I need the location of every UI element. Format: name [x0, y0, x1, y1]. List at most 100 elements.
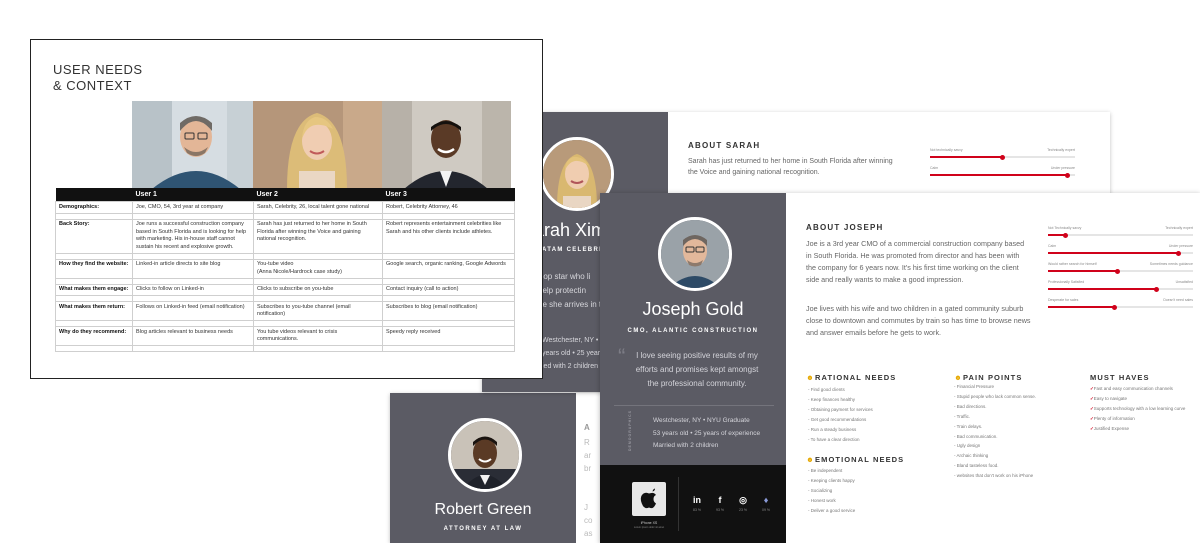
slider-label-right: Under pressure	[1168, 244, 1193, 248]
table-row: Demographics: Joe, CMO, 54, 3rd year at c…	[55, 201, 515, 214]
list-item: Stupid people who lack common sense.	[954, 392, 1036, 402]
apple-icon	[632, 482, 666, 516]
persona-quote: I love seeing positive results of my eff…	[635, 351, 759, 388]
list-item: Bad communication.	[954, 432, 1036, 442]
trait-slider[interactable]: Calm Under pressure	[1048, 244, 1193, 258]
trait-slider[interactable]: Desperate for sales Doesn't need sales	[1048, 298, 1193, 312]
persona-sidebar: Robert Green ATTORNEY AT LAW	[390, 393, 576, 543]
list-item: Financial Pressure	[954, 382, 1036, 392]
list-item: Keep finances healthy	[808, 395, 873, 405]
table-cell: You tube videos relevant to crisis commu…	[253, 326, 383, 346]
persona-name: Joseph Gold	[642, 299, 744, 319]
device-name: iPhone XS	[640, 521, 658, 525]
user-needs-table: User 1 User 2 User 3 Demographics: Joe, C…	[55, 188, 515, 352]
slider-knob[interactable]	[1115, 268, 1121, 274]
list-item: Find good clients	[808, 385, 873, 395]
slider-label-right: Sometimes needs guidance	[1149, 262, 1193, 266]
list-item: Archaic thinking	[954, 451, 1036, 461]
list-item: Honest work	[808, 496, 855, 506]
slider-label-left: Desperate for sales	[1048, 298, 1079, 302]
user-3-photo	[382, 101, 511, 189]
persona-name: Robert Green	[434, 501, 532, 518]
demographic-line: Westchester, NY • NYU Graduate	[653, 417, 750, 424]
title-line: USER NEEDS	[53, 62, 143, 77]
trait-slider[interactable]: Professionally Satisfied Unsatisfied	[1048, 280, 1193, 294]
table-cell: Linked-in article directs to site blog	[132, 258, 254, 279]
demographics-label: DEMOGRAPHICS	[628, 410, 632, 451]
slider-label-left: Not Technically savvy	[1048, 226, 1082, 230]
table-cell: Robert, Celebrity Attorney, 46	[382, 201, 515, 214]
avatar-joseph	[658, 217, 732, 291]
persona-sidebar: Joseph Gold CMO, ALANTIC CONSTRUCTION “ …	[600, 193, 786, 543]
table-header-row: User 1 User 2 User 3	[55, 188, 515, 202]
emotional-needs-list: Be independentKeeping clients happySocia…	[808, 466, 856, 516]
slider-track	[1048, 286, 1193, 292]
avatar-robert	[448, 418, 522, 492]
linkedin-icon: in	[693, 495, 701, 505]
about-title: ABOUT SARAH	[688, 141, 761, 150]
emotional-needs-title: ☻EMOTIONAL NEEDS	[806, 455, 904, 464]
slider-knob[interactable]	[1112, 304, 1118, 310]
spacer-row	[55, 345, 515, 352]
text-fragment: ar	[584, 451, 592, 460]
emoji-icon: ☻	[806, 455, 815, 464]
list-item: Supports technology with a low learning …	[1090, 404, 1186, 414]
twitter-stat: ♦ 09 %	[757, 495, 775, 513]
text-fragment: R	[584, 438, 590, 447]
about-text: Sarah has just returned to her home in S…	[688, 158, 893, 176]
trait-slider[interactable]: Not technically savvy Technically expert	[930, 148, 1075, 162]
list-item: websites that don't work on his iPhone	[954, 471, 1036, 481]
pain-points-list: Financial PressureStupid people who lack…	[954, 382, 1037, 481]
slider-label-right: Unsatisfied	[1175, 280, 1193, 284]
section-label: EMOTIONAL NEEDS	[815, 455, 905, 464]
demographic-line: 53 years old • 25 years of experience	[653, 429, 761, 437]
slider-label-left: Calm	[1048, 244, 1057, 248]
must-haves-list: Fast and easy communication channelsEasy…	[1090, 384, 1186, 434]
social-value: 23 %	[739, 508, 747, 512]
row-header: Back Story:	[55, 218, 133, 254]
device-subtext: Lorem ipsum dolor sit amet	[633, 526, 665, 529]
slider-fill	[930, 174, 1068, 176]
slider-knob[interactable]	[1000, 154, 1005, 160]
instagram-icon: ◎	[739, 495, 747, 505]
list-item: Deliver a good service	[808, 506, 856, 516]
list-item: Run a steady business	[808, 425, 873, 435]
slider-knob[interactable]	[1176, 250, 1181, 256]
slider-knob[interactable]	[1062, 232, 1068, 238]
column-header: User 1	[132, 188, 254, 202]
list-item: Bad directions.	[954, 402, 1036, 412]
slider-track	[1048, 232, 1193, 238]
row-header: Why do they recommend:	[55, 326, 133, 346]
slider-label-left: Professionally Satisfied	[1048, 280, 1085, 284]
slider-fill	[1048, 306, 1115, 308]
trait-slider[interactable]: Would rather search for himself Sometimes…	[1048, 262, 1193, 276]
facebook-icon: f	[718, 495, 722, 505]
quote-mark-icon: “	[618, 344, 626, 369]
slider-knob[interactable]	[1065, 172, 1071, 178]
table-cell: Sarah has just returned to her home in S…	[253, 218, 383, 254]
spacer-cell	[132, 345, 254, 352]
text-fragment: J	[584, 503, 588, 512]
slider-label-right: Doesn't need sales	[1163, 298, 1193, 302]
list-item: Obtaining payment for services	[808, 405, 873, 415]
list-item: Bland tasteless food.	[954, 461, 1036, 471]
slider-track	[1048, 268, 1193, 274]
slider-knob[interactable]	[1154, 286, 1160, 292]
list-item: Traffic.	[954, 412, 1036, 422]
list-item: Be independent	[808, 466, 855, 476]
device-footer: iPhone XS Lorem ipsum dolor sit amet in …	[600, 465, 786, 543]
instagram-stat: ◎ 23 %	[734, 495, 752, 513]
user-1-photo	[132, 101, 261, 189]
column-header	[55, 188, 133, 202]
trait-sliders: Not Technically savvy Technically expert C…	[1048, 226, 1193, 316]
table-cell: Clicks to subscribe on you-tube	[253, 283, 383, 296]
slider-label-left: Not technically savvy	[930, 148, 963, 152]
table-cell: Joe runs a successful construction compa…	[132, 218, 254, 254]
slider-fill	[930, 156, 1003, 158]
text-fragment: br	[584, 464, 592, 473]
table-cell: Robert represents entertainment celebrit…	[382, 218, 515, 254]
spacer-cell	[55, 345, 133, 352]
trait-slider[interactable]: Calm Under pressure	[930, 166, 1075, 180]
slider-track	[1048, 304, 1193, 310]
trait-slider[interactable]: Not Technically savvy Technically expert	[1048, 226, 1193, 240]
